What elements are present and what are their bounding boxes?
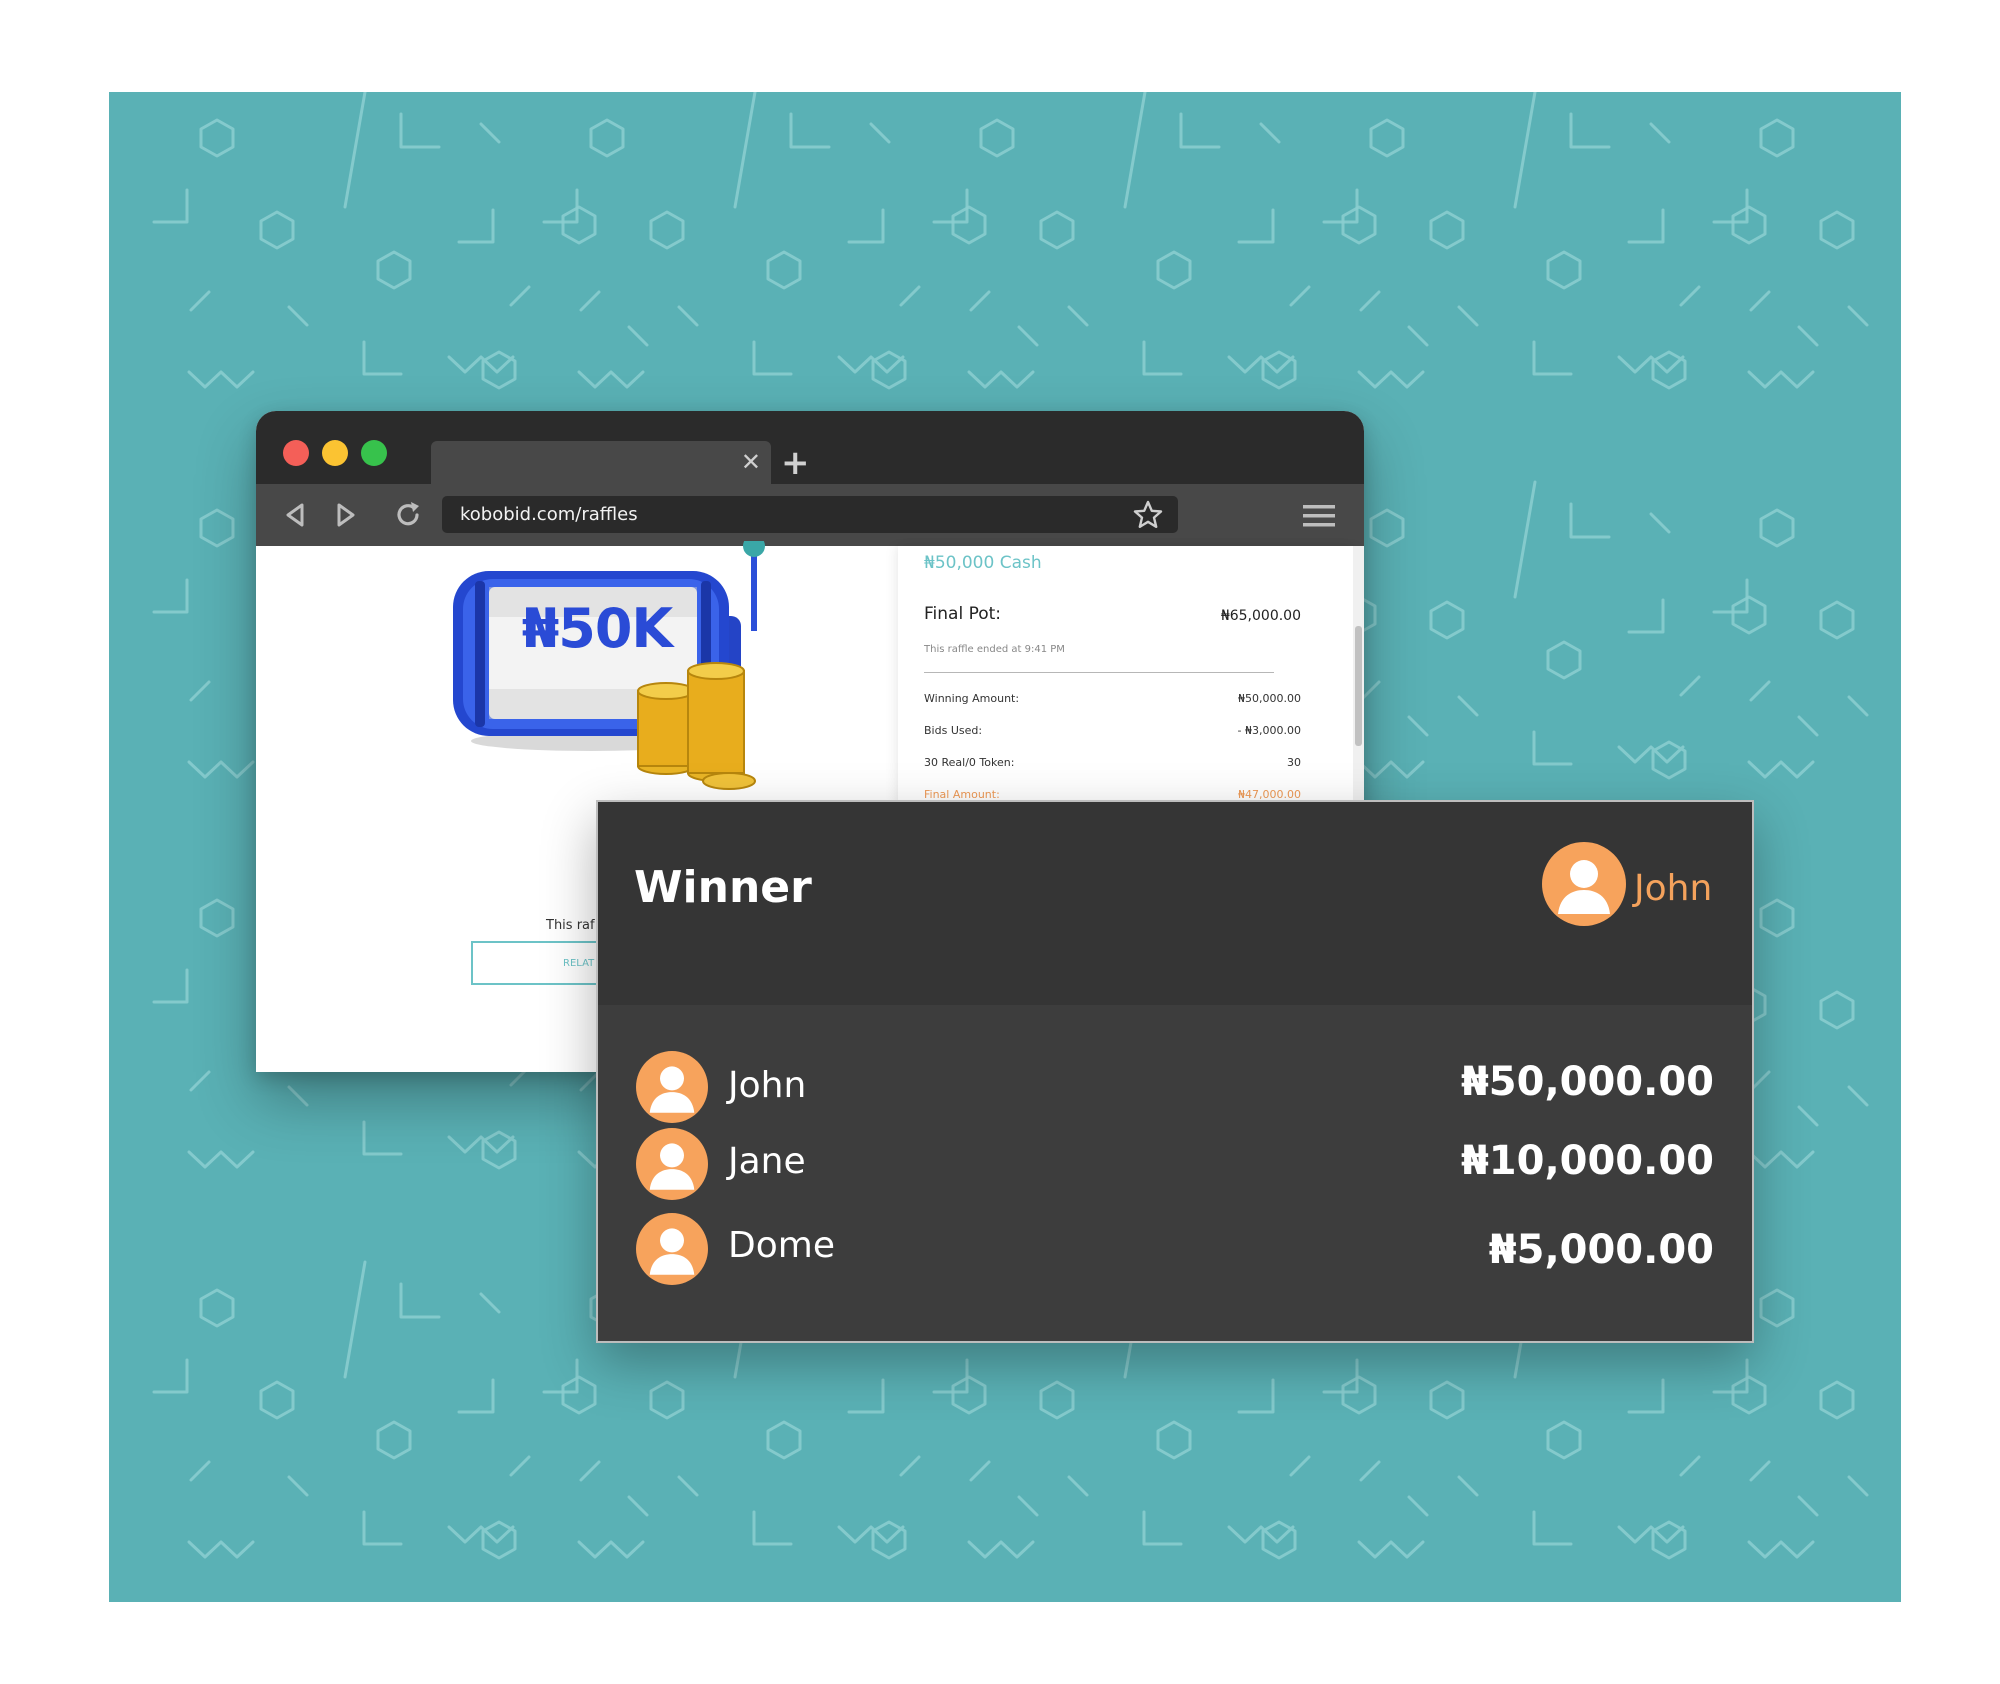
forward-icon[interactable] [329, 499, 361, 531]
reload-icon[interactable] [392, 499, 424, 531]
slot-machine-illustration: ₦50K [451, 535, 781, 796]
star-icon[interactable] [1132, 499, 1164, 531]
winner-panel: Winner John John ₦50,000.00 Jane ₦10,000… [596, 800, 1754, 1343]
related-button-label: RELAT [563, 958, 595, 969]
prize-title: ₦50,000 Cash [924, 553, 1042, 573]
player-amount: ₦5,000.00 [1488, 1227, 1714, 1273]
winner-avatar-icon [1542, 842, 1626, 926]
new-tab-icon[interactable]: + [781, 443, 810, 483]
winning-amount-label: Winning Amount: [924, 692, 1020, 705]
winners-list: John ₦50,000.00 Jane ₦10,000.00 Dome ₦5,… [598, 1005, 1752, 1341]
close-tab-icon[interactable]: ✕ [741, 447, 761, 477]
bids-used-label: Bids Used: [924, 724, 983, 737]
token-label: 30 Real/0 Token: [924, 756, 1015, 769]
winning-amount-value: ₦50,000.00 [1238, 692, 1301, 705]
back-icon[interactable] [280, 499, 312, 531]
close-window-button[interactable] [283, 440, 309, 466]
user-avatar-icon [636, 1213, 708, 1285]
address-bar[interactable]: kobobid.com/raffles [442, 496, 1178, 533]
slot-label: ₦50K [521, 597, 674, 660]
scroll-thumb[interactable] [1355, 626, 1362, 746]
winner-header: Winner John [598, 802, 1752, 1005]
url-text: kobobid.com/raffles [460, 504, 638, 525]
player-name: Dome [728, 1225, 835, 1266]
user-avatar-icon [636, 1128, 708, 1200]
menu-icon[interactable] [1303, 504, 1335, 528]
player-name: John [728, 1065, 807, 1106]
tab-bar: ✕ + [256, 411, 1364, 484]
bids-used-value: - ₦3,000.00 [1237, 724, 1301, 737]
browser-tab[interactable]: ✕ [431, 441, 771, 484]
minimize-window-button[interactable] [322, 440, 348, 466]
browser-toolbar: kobobid.com/raffles [256, 484, 1364, 546]
slot-machine-graphic [453, 535, 765, 790]
raffle-summary-card: ₦50,000 Cash Final Pot: ₦65,000.00 This … [898, 546, 1353, 808]
token-value: 30 [1287, 756, 1301, 769]
final-pot-value: ₦65,000.00 [1220, 608, 1301, 624]
final-pot-label: Final Pot: [924, 604, 1002, 624]
player-amount: ₦10,000.00 [1460, 1138, 1714, 1184]
player-amount: ₦50,000.00 [1460, 1059, 1714, 1105]
related-raffles-button[interactable]: RELAT [471, 941, 611, 985]
winner-title: Winner [634, 862, 812, 913]
card-divider [924, 672, 1274, 673]
user-avatar-icon [636, 1051, 708, 1123]
ended-note: This raffle ended at 9:41 PM [924, 644, 1065, 655]
maximize-window-button[interactable] [361, 440, 387, 466]
winner-name: John [1634, 868, 1713, 909]
player-name: Jane [728, 1141, 806, 1182]
raffle-ended-text: This raf [546, 918, 595, 933]
